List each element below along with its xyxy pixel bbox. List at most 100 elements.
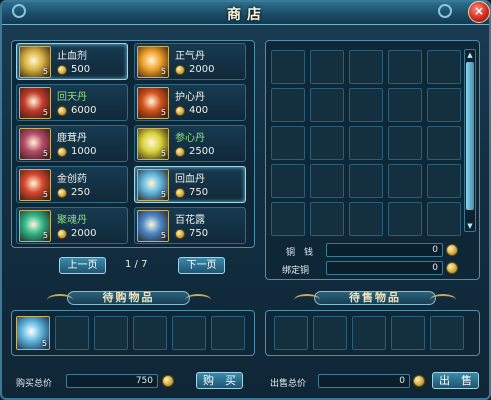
item-price: 400 — [189, 105, 209, 116]
item-name: 护心丹 — [175, 92, 205, 103]
item-price: 500 — [71, 64, 91, 75]
inventory-slot[interactable] — [271, 50, 305, 84]
coin-icon — [57, 188, 67, 198]
shop-item[interactable]: 5 止血剂 500 — [16, 43, 128, 80]
inventory-slot[interactable] — [310, 126, 344, 160]
scroll-down-icon[interactable]: ▼ — [465, 221, 475, 231]
window-title: 商店 — [227, 7, 267, 23]
sell-total-label: 出售总价 — [270, 379, 307, 389]
sell-button[interactable]: 出 售 — [432, 372, 479, 389]
inventory-slot[interactable] — [427, 88, 461, 122]
item-icon: 5 — [137, 87, 169, 119]
buy-button[interactable]: 购 买 — [196, 372, 243, 389]
bound-copper-label: 绑定铜 — [282, 266, 310, 276]
inventory-slot[interactable] — [310, 202, 344, 236]
item-count: 5 — [42, 231, 48, 240]
item-name: 鹿茸丹 — [57, 133, 87, 144]
page-indicator: 1 / 7 — [125, 259, 148, 270]
item-price: 750 — [189, 187, 209, 198]
inventory-slot[interactable] — [427, 126, 461, 160]
inventory-slot[interactable] — [427, 202, 461, 236]
item-icon: 5 — [19, 210, 51, 242]
inventory-scrollbar[interactable]: ▲ ▼ — [464, 49, 476, 232]
sell-slot[interactable] — [391, 316, 425, 350]
inventory-slot[interactable] — [388, 88, 422, 122]
gear-ornament-icon — [12, 4, 26, 18]
item-count: 5 — [160, 231, 166, 240]
shop-item[interactable]: 5 鹿茸丹 1000 — [16, 125, 128, 162]
shop-item[interactable]: 5 聚魂丹 2000 — [16, 207, 128, 244]
inventory-slot[interactable] — [271, 164, 305, 198]
inventory-slot[interactable] — [388, 164, 422, 198]
inventory-slot[interactable] — [310, 50, 344, 84]
item-icon: 5 — [19, 169, 51, 201]
inventory-slot[interactable] — [427, 50, 461, 84]
coin-icon — [162, 375, 174, 387]
inventory-slot[interactable] — [349, 164, 383, 198]
inventory-slot[interactable] — [427, 164, 461, 198]
item-count: 5 — [160, 67, 166, 76]
inventory-slot[interactable] — [349, 50, 383, 84]
shop-item[interactable]: 5 回天丹 6000 — [16, 84, 128, 121]
item-count: 5 — [160, 190, 166, 199]
buy-slot[interactable] — [211, 316, 245, 350]
sell-slot[interactable] — [313, 316, 347, 350]
inventory-slot[interactable] — [271, 202, 305, 236]
sell-slot[interactable] — [352, 316, 386, 350]
item-icon: 5 — [19, 87, 51, 119]
close-button[interactable]: × — [468, 1, 490, 23]
scroll-up-icon[interactable]: ▲ — [465, 50, 475, 60]
item-count: 5 — [42, 108, 48, 117]
buy-slot[interactable]: 5 — [16, 316, 50, 350]
item-price: 1000 — [71, 146, 97, 157]
item-icon: 5 — [137, 128, 169, 160]
shop-item[interactable]: 5 金创药 250 — [16, 166, 128, 203]
shop-item[interactable]: 5 回血丹 750 — [134, 166, 246, 203]
item-name: 回血丹 — [175, 174, 205, 185]
coin-icon — [446, 262, 458, 274]
item-icon: 5 — [19, 46, 51, 78]
scroll-thumb[interactable] — [466, 62, 474, 210]
inventory-slot[interactable] — [388, 50, 422, 84]
prev-page-button[interactable]: 上一页 — [59, 257, 106, 274]
shop-item[interactable]: 5 护心丹 400 — [134, 84, 246, 121]
shop-window: 商店 × 5 止血剂 500 5 正气丹 2000 5 回天丹 6000 5 护心丹 400 5 鹿茸丹 1… — [0, 0, 491, 400]
inventory-slot[interactable] — [349, 202, 383, 236]
shop-item[interactable]: 5 正气丹 2000 — [134, 43, 246, 80]
inventory-slot[interactable] — [349, 126, 383, 160]
buy-slot[interactable] — [172, 316, 206, 350]
coin-icon — [57, 106, 67, 116]
buy-slot[interactable] — [133, 316, 167, 350]
inventory-slot[interactable] — [349, 88, 383, 122]
inventory-slot[interactable] — [388, 126, 422, 160]
sell-title: 待售物品 — [349, 291, 401, 304]
item-price: 250 — [71, 187, 91, 198]
buy-slot[interactable] — [55, 316, 89, 350]
coin-icon — [175, 229, 185, 239]
item-count: 5 — [41, 339, 47, 348]
buy-slot[interactable] — [94, 316, 128, 350]
sell-slot[interactable] — [274, 316, 308, 350]
coin-icon — [175, 188, 185, 198]
item-price: 2000 — [71, 228, 97, 239]
shop-item[interactable]: 5 参心丹 2500 — [134, 125, 246, 162]
inventory-slot[interactable] — [310, 88, 344, 122]
coin-icon — [175, 147, 185, 157]
next-page-button[interactable]: 下一页 — [178, 257, 225, 274]
inventory-slot[interactable] — [271, 126, 305, 160]
item-icon: 5 — [19, 128, 51, 160]
item-name: 正气丹 — [175, 51, 205, 62]
item-count: 5 — [42, 67, 48, 76]
item-name: 止血剂 — [57, 51, 87, 62]
title-bar: 商店 — [2, 2, 489, 25]
coin-icon — [413, 375, 425, 387]
inventory-slot[interactable] — [310, 164, 344, 198]
inventory-slot[interactable] — [271, 88, 305, 122]
copper-field: 0 — [326, 243, 443, 257]
inventory-slot[interactable] — [388, 202, 422, 236]
sell-slot[interactable] — [430, 316, 464, 350]
shop-item[interactable]: 5 百花露 750 — [134, 207, 246, 244]
item-name: 百花露 — [175, 215, 205, 226]
item-icon: 5 — [137, 210, 169, 242]
coin-icon — [175, 65, 185, 75]
